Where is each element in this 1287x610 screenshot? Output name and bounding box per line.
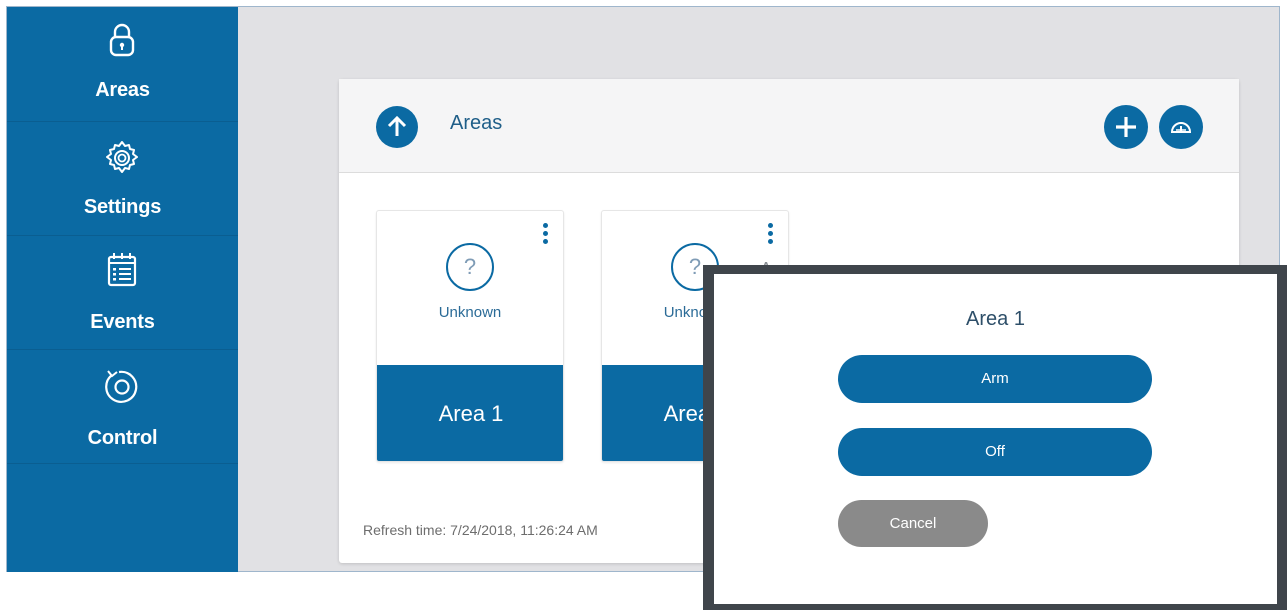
arrow-up-icon xyxy=(387,115,407,136)
sidebar-item-label: Areas xyxy=(95,79,150,101)
rotate-control-icon xyxy=(105,370,138,403)
off-button[interactable]: Off xyxy=(838,428,1152,476)
status-unknown-icon: ? xyxy=(446,243,494,291)
gear-icon xyxy=(106,141,138,173)
calendar-list-icon xyxy=(107,253,137,287)
area-action-dialog: Area 1 Arm Off Cancel xyxy=(714,274,1277,604)
plus-icon xyxy=(1116,117,1136,137)
area-card[interactable]: ? Unknown Area 1 xyxy=(376,210,564,462)
gauge-icon xyxy=(1170,122,1192,133)
sidebar-item-label: Settings xyxy=(83,196,162,218)
lock-icon xyxy=(109,23,135,57)
dialog-title: Area 1 xyxy=(966,308,1025,330)
panel-header: Areas xyxy=(339,79,1239,173)
card-menu-button[interactable] xyxy=(543,223,549,249)
arm-button[interactable]: Arm xyxy=(838,355,1152,403)
area-status: Unknown xyxy=(438,304,502,321)
area-name-button[interactable]: Area 1 xyxy=(377,365,563,461)
refresh-time: Refresh time: 7/24/2018, 11:26:24 AM xyxy=(363,522,598,538)
sidebar-item-control[interactable]: Control xyxy=(7,349,238,464)
sidebar-item-label: Events xyxy=(90,311,155,333)
panel-title: Areas xyxy=(450,112,503,134)
sidebar-item-label: Control xyxy=(87,427,158,449)
add-area-button[interactable] xyxy=(1104,105,1148,149)
sidebar-item-areas[interactable]: Areas xyxy=(7,7,238,122)
sidebar-item-settings[interactable]: Settings xyxy=(7,121,238,236)
cancel-button[interactable]: Cancel xyxy=(838,500,988,547)
up-button[interactable] xyxy=(376,106,418,148)
sidebar: Areas Settings Events Control xyxy=(7,7,238,572)
sidebar-item-events[interactable]: Events xyxy=(7,235,238,350)
dashboard-button[interactable] xyxy=(1159,105,1203,149)
card-menu-button[interactable] xyxy=(768,223,774,249)
